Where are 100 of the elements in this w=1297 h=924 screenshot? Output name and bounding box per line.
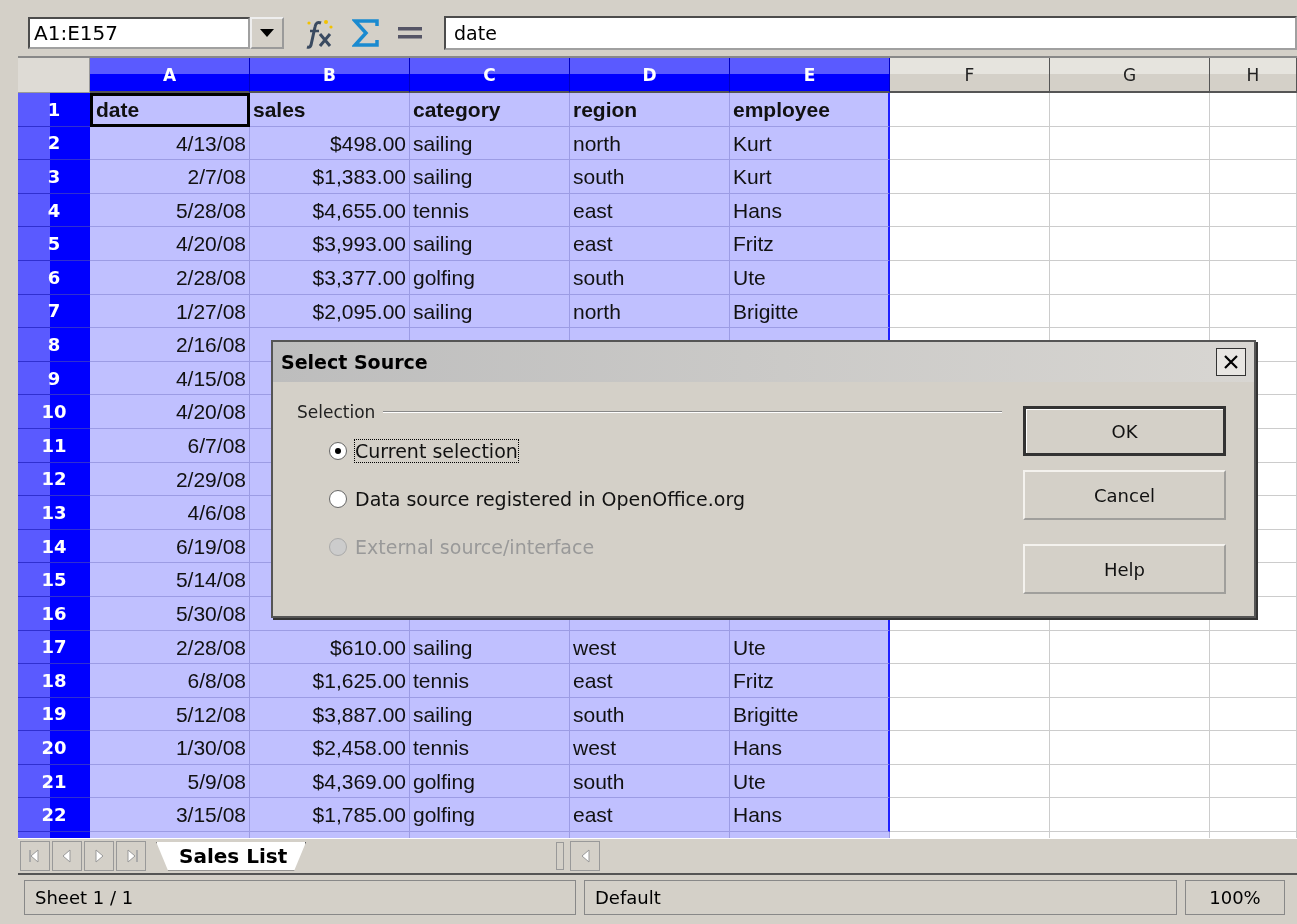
column-header[interactable]: D	[570, 58, 730, 93]
row-header[interactable]: 11	[18, 428, 90, 463]
row-header[interactable]: 16	[18, 596, 90, 631]
row-header[interactable]: 9	[18, 361, 90, 396]
table-cell: 4/6/08	[90, 496, 250, 530]
table-cell: $3,887.00	[250, 697, 410, 732]
column-header[interactable]: A	[90, 58, 250, 93]
table-cell: south	[570, 160, 730, 194]
table-cell: tennis	[410, 731, 570, 765]
row-header[interactable]: 7	[18, 294, 90, 329]
group-label: Selection	[297, 402, 376, 422]
column-title-cell: sales	[250, 93, 410, 127]
table-cell: 5/12/08	[90, 697, 250, 732]
table-cell: 6/19/08	[90, 529, 250, 564]
table-cell: east	[570, 798, 730, 833]
table-cell: $610.00	[250, 630, 410, 665]
row-header[interactable]: 6	[18, 260, 90, 295]
table-cell: sailing	[410, 294, 570, 329]
row-header[interactable]: 10	[18, 395, 90, 429]
row-header[interactable]: 3	[18, 160, 90, 194]
table-cell: $1,383.00	[250, 160, 410, 194]
column-header[interactable]: H	[1210, 58, 1297, 93]
table-cell: east	[570, 193, 730, 228]
table-cell: $1,625.00	[250, 664, 410, 698]
table-cell: $3,377.00	[250, 260, 410, 295]
table-cell: $1,785.00	[250, 798, 410, 833]
row-header[interactable]: 17	[18, 630, 90, 665]
table-cell: 5/14/08	[90, 563, 250, 597]
table-cell: $4,655.00	[250, 193, 410, 228]
sheet-tab[interactable]: Sales List	[156, 841, 307, 871]
table-cell: 1/30/08	[90, 731, 250, 765]
column-header[interactable]: B	[250, 58, 410, 93]
table-cell: Kurt	[730, 126, 890, 161]
table-cell: 4/20/08	[90, 395, 250, 429]
formula-input-field[interactable]: date	[444, 16, 1297, 50]
table-cell: north	[570, 126, 730, 161]
column-header[interactable]: C	[410, 58, 570, 93]
row-header[interactable]: 15	[18, 563, 90, 597]
row-header[interactable]: 14	[18, 529, 90, 564]
table-cell: south	[570, 260, 730, 295]
table-cell: sailing	[410, 697, 570, 732]
dialog-button[interactable]: Help	[1023, 544, 1226, 594]
column-header[interactable]: G	[1050, 58, 1210, 93]
row-header[interactable]: 12	[18, 462, 90, 497]
table-cell: 6/8/08	[90, 664, 250, 698]
zoom-level[interactable]: 100%	[1185, 880, 1285, 915]
table-cell: Fritz	[730, 227, 890, 261]
table-cell: 5/9/08	[90, 764, 250, 799]
table-cell: 2/29/08	[90, 462, 250, 497]
table-cell: Hans	[730, 193, 890, 228]
table-cell: $3,993.00	[250, 227, 410, 261]
dialog-button[interactable]: OK	[1023, 406, 1226, 456]
row-header[interactable]: 18	[18, 664, 90, 698]
row-header[interactable]: 21	[18, 764, 90, 799]
table-cell: 2/16/08	[90, 328, 250, 362]
table-cell: Ute	[730, 764, 890, 799]
table-cell: Brigitte	[730, 294, 890, 329]
dialog-button[interactable]: Cancel	[1023, 470, 1226, 520]
row-header[interactable]: 2	[18, 126, 90, 161]
table-cell: 5/30/08	[90, 596, 250, 631]
row-header[interactable]: 13	[18, 496, 90, 530]
table-cell: south	[570, 764, 730, 799]
table-cell: 5/28/08	[90, 193, 250, 228]
row-header[interactable]: 8	[18, 328, 90, 362]
table-cell: 4/20/08	[90, 227, 250, 261]
row-header[interactable]: 20	[18, 731, 90, 765]
option-label[interactable]: Current selection	[355, 440, 518, 462]
table-cell: sailing	[410, 160, 570, 194]
table-cell: 6/7/08	[90, 428, 250, 463]
table-cell: Fritz	[730, 664, 890, 698]
table-cell: $498.00	[250, 126, 410, 161]
row-header[interactable]: 5	[18, 227, 90, 261]
table-cell: 2/28/08	[90, 630, 250, 665]
table-cell: sailing	[410, 227, 570, 261]
column-header[interactable]: E	[730, 58, 890, 93]
table-cell: Ute	[730, 630, 890, 665]
column-title-cell: employee	[730, 93, 890, 127]
page-style-label: Default	[584, 880, 1177, 915]
row-header[interactable]: 4	[18, 193, 90, 228]
table-cell: 1/27/08	[90, 294, 250, 329]
name-box-field[interactable]: A1:E157	[28, 17, 250, 49]
table-cell: west	[570, 731, 730, 765]
table-cell: tennis	[410, 664, 570, 698]
table-cell: Ute	[730, 260, 890, 295]
option-label[interactable]: Data source registered in OpenOffice.org	[355, 488, 745, 510]
table-cell: south	[570, 697, 730, 732]
table-cell: west	[570, 630, 730, 665]
column-header[interactable]: F	[890, 58, 1050, 93]
table-cell: $2,458.00	[250, 731, 410, 765]
table-cell: 4/13/08	[90, 126, 250, 161]
row-header[interactable]: 19	[18, 697, 90, 732]
table-cell: sailing	[410, 630, 570, 665]
row-header[interactable]: 22	[18, 798, 90, 833]
row-header[interactable]: 1	[18, 93, 90, 127]
table-cell: Kurt	[730, 160, 890, 194]
table-cell: golfing	[410, 260, 570, 295]
column-title-cell: region	[570, 93, 730, 127]
table-cell: $2,095.00	[250, 294, 410, 329]
table-cell: $4,369.00	[250, 764, 410, 799]
table-cell: north	[570, 294, 730, 329]
